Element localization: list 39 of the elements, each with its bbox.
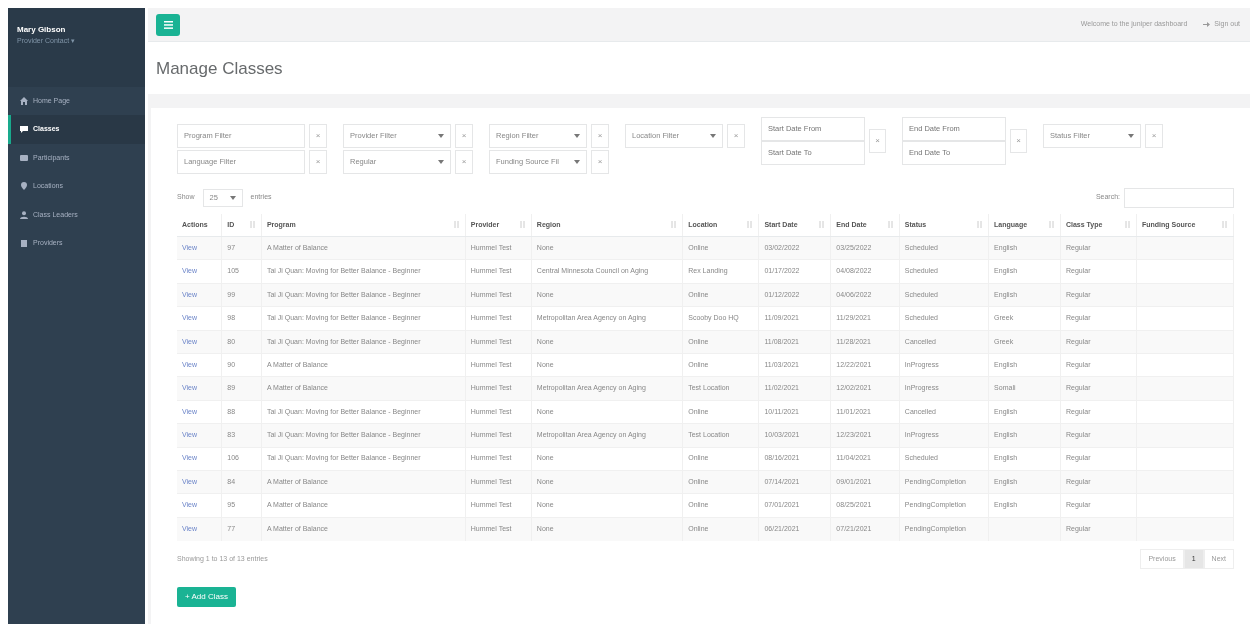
sort-icon [249, 221, 256, 229]
sort-icon [453, 221, 460, 229]
clear-button[interactable]: × [727, 123, 745, 148]
clear-button[interactable]: × [455, 149, 473, 174]
caret-icon [574, 159, 580, 164]
caret-icon [438, 133, 444, 138]
sort-icon [887, 221, 894, 229]
user-name: Mary Gibson [17, 24, 67, 36]
sort-icon [671, 221, 678, 229]
pin-icon [20, 182, 28, 191]
sign-out-icon [1203, 21, 1211, 28]
home-icon [20, 96, 28, 105]
menu-button[interactable] [156, 13, 180, 36]
caret-icon [229, 195, 236, 200]
sort-icon [819, 221, 826, 229]
clear-button[interactable]: × [455, 123, 473, 148]
sort-icon [747, 221, 754, 229]
caret-icon [438, 159, 444, 164]
clear-button[interactable]: × [591, 149, 609, 174]
caret-icon [574, 133, 580, 138]
sort-icon [519, 221, 526, 229]
clear-button[interactable]: × [309, 123, 327, 148]
add-class-button[interactable]: + Add Class [177, 587, 236, 608]
sort-icon [1048, 221, 1055, 229]
user-icon [20, 210, 28, 219]
menu-icon [163, 20, 173, 29]
chat-icon [20, 125, 28, 134]
sort-icon [1125, 221, 1131, 229]
clear-button[interactable]: × [869, 128, 886, 153]
clear-button[interactable]: × [591, 123, 609, 148]
search-field[interactable] [1124, 187, 1234, 208]
caret-icon [1128, 133, 1134, 138]
clear-button[interactable]: × [1010, 128, 1027, 153]
page-title: Manage Classes [155, 58, 284, 80]
sort-icon [1222, 221, 1228, 229]
caret-icon [710, 133, 716, 138]
sort-icon [977, 221, 984, 229]
clear-button[interactable]: × [1145, 123, 1163, 148]
clear-button[interactable]: × [309, 149, 327, 174]
